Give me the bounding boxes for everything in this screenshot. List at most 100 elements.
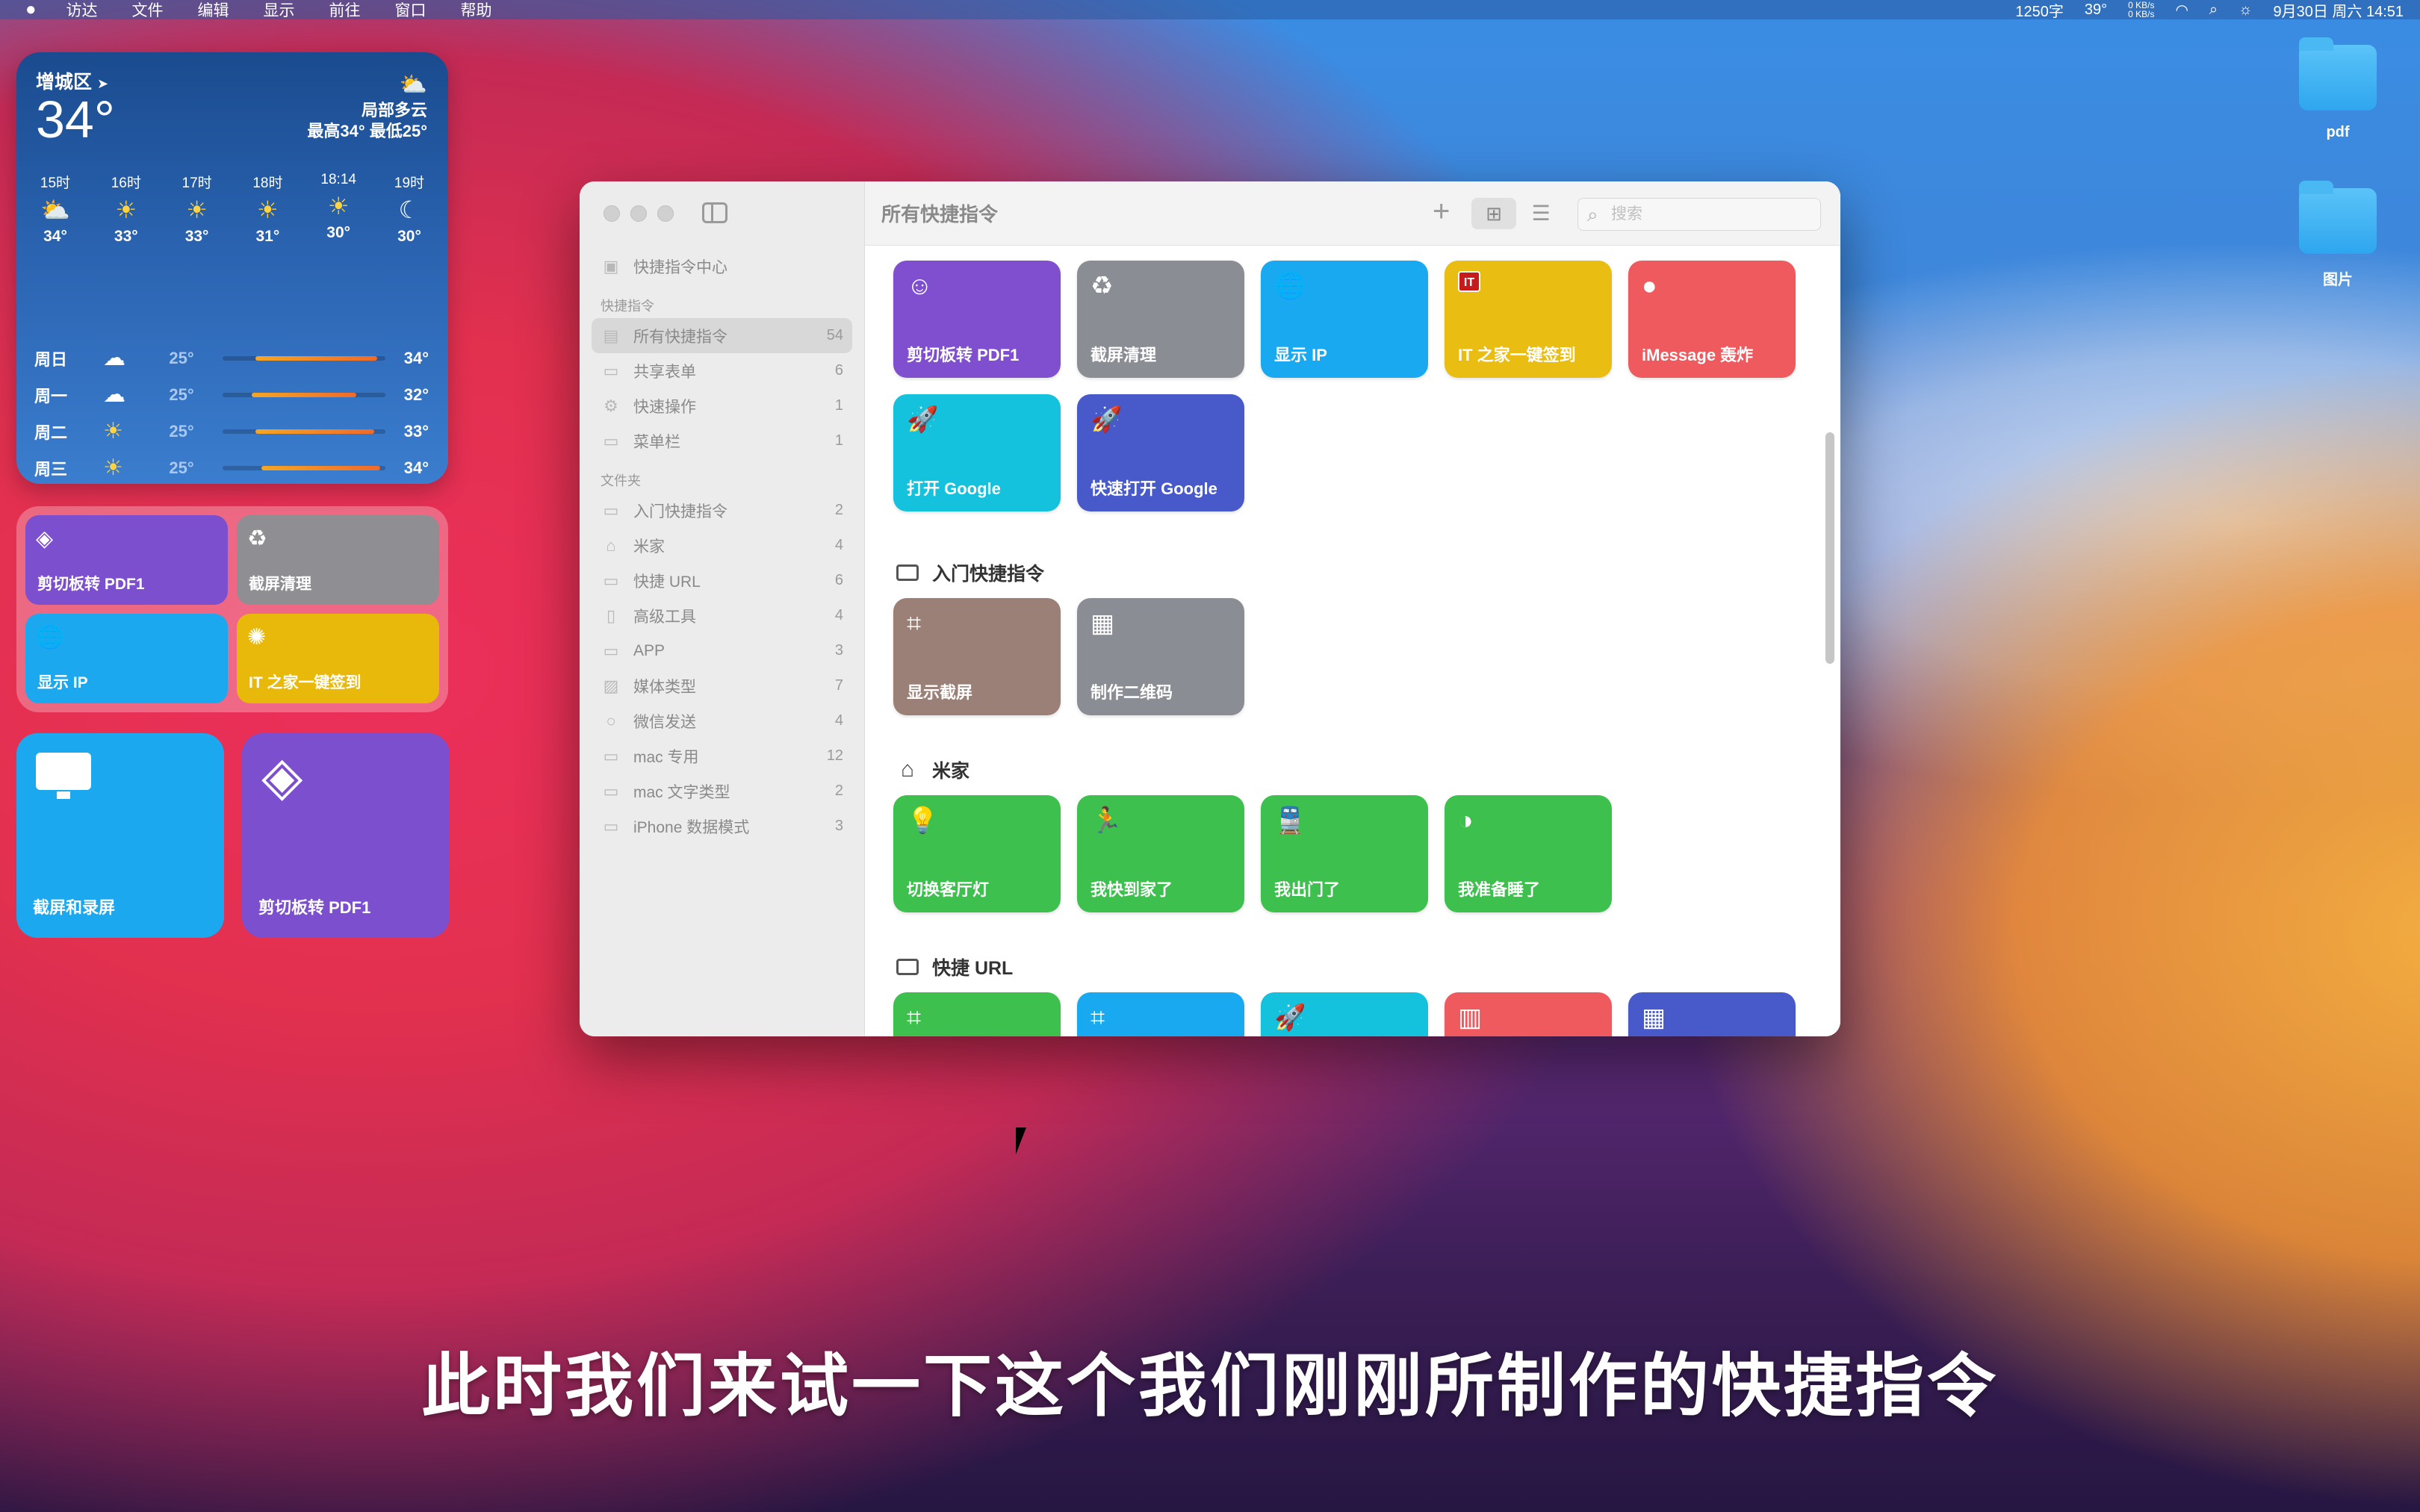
- hour-item: 17时 ☀ 33°: [167, 172, 227, 246]
- bulb-icon: 💡: [907, 806, 939, 835]
- folder-icon: ▭: [603, 746, 619, 765]
- close-button[interactable]: [604, 205, 620, 222]
- apple-menu-icon[interactable]: ●: [25, 0, 37, 20]
- shortcut-tile[interactable]: 🏃 我快到家了: [1077, 795, 1244, 912]
- day-high: 32°: [403, 385, 429, 404]
- zoom-button[interactable]: [657, 205, 674, 222]
- section-starter[interactable]: 入门快捷指令: [896, 559, 1044, 586]
- menu-finder[interactable]: 访达: [66, 0, 98, 21]
- sidebar-item[interactable]: ▭ APP 3: [592, 633, 852, 668]
- sidebar-item[interactable]: ⌂ 米家 4: [592, 528, 852, 563]
- sidebar-item-gallery[interactable]: ▣ 快捷指令中心: [592, 249, 852, 284]
- page-title: 所有快捷指令: [881, 203, 999, 225]
- sidebar-item[interactable]: ▭ mac 专用 12: [592, 738, 852, 774]
- sidebar-item[interactable]: ▤ 所有快捷指令 54: [592, 318, 852, 353]
- shortcut-tile[interactable]: ● iMessage 轰炸: [1628, 261, 1796, 378]
- shortcut-tile[interactable]: 💡 切换客厅灯: [893, 795, 1061, 912]
- folder-icon: [896, 564, 919, 581]
- sidebar-item[interactable]: ○ 微信发送 4: [592, 703, 852, 738]
- day-row: 周三 ☀ 25° 34°: [34, 449, 429, 484]
- sidebar-item[interactable]: ▭ mac 文字类型 2: [592, 774, 852, 809]
- shortcut-tile[interactable]: ▥: [1445, 992, 1612, 1036]
- menu-help[interactable]: 帮助: [461, 0, 492, 21]
- day-low: 25°: [169, 385, 194, 404]
- shortcut-widget-item[interactable]: 🌐 显示 IP: [25, 614, 228, 703]
- shortcut-widget-item[interactable]: ◈ 剪切板转 PDF1: [25, 515, 228, 605]
- menu-file[interactable]: 文件: [132, 0, 164, 21]
- shortcut-widget-label: IT 之家一键签到: [249, 674, 362, 691]
- search-input[interactable]: 搜索: [1577, 198, 1821, 231]
- shortcut-widget-item[interactable]: ✺ IT 之家一键签到: [237, 614, 439, 703]
- shortcut-tile[interactable]: 🌐 显示 IP: [1261, 261, 1428, 378]
- sidebar-item-count: 4: [834, 607, 843, 623]
- shortcut-tile[interactable]: 🚀 快速打开 Google: [1077, 394, 1244, 511]
- sidebar-item[interactable]: ⚙ 快速操作 1: [592, 388, 852, 423]
- hour-item: 15时 ⛅ 34°: [25, 172, 85, 246]
- status-area: 1250字 39° 0 KB/s 0 KB/s ◠ ⌕ ☼ 9月30日 周六 1…: [2015, 0, 2404, 21]
- grid-view-button[interactable]: ⊞: [1471, 198, 1516, 229]
- screenshot-icon: ⌗: [907, 609, 922, 638]
- scrollbar[interactable]: [1825, 432, 1834, 664]
- minimize-button[interactable]: [630, 205, 647, 222]
- rocket-icon: 🚀: [1090, 405, 1123, 434]
- menu-edit[interactable]: 编辑: [198, 0, 229, 21]
- shortcut-tile[interactable]: ⌗: [893, 992, 1061, 1036]
- weather-widget[interactable]: 增城区 ➤ 34° ⛅ 局部多云 最高34° 最低25° 15时 ⛅ 34° 16时 ☀…: [16, 52, 448, 484]
- shortcut-widget-clipboard-pdf[interactable]: ◈ 剪切板转 PDF1: [242, 733, 450, 938]
- shortcut-tile[interactable]: 🚀: [1261, 992, 1428, 1036]
- sidebar-item[interactable]: ▯ 高级工具 4: [592, 598, 852, 633]
- video-subtitle: 此时我们来试一下这个我们刚刚所制作的快捷指令: [421, 1348, 1999, 1425]
- menu-view[interactable]: 显示: [264, 0, 295, 21]
- sidebar-item[interactable]: ▭ iPhone 数据模式 3: [592, 809, 852, 844]
- sidebar-item-count: 2: [834, 783, 843, 799]
- shortcut-tile[interactable]: ♻ 截屏清理: [1077, 261, 1244, 378]
- hour-temp: 30°: [326, 224, 351, 241]
- hour-item: 18时 ☀ 31°: [238, 172, 297, 246]
- wifi-icon[interactable]: ◠: [2175, 1, 2188, 19]
- sidebar-toggle-icon[interactable]: [702, 202, 727, 223]
- search-icon[interactable]: ⌕: [2209, 1, 2218, 19]
- sidebar-item[interactable]: ▭ 入门快捷指令 2: [592, 493, 852, 528]
- section-url[interactable]: 快捷 URL: [896, 953, 1013, 980]
- sidebar-item[interactable]: ▭ 共享表单 6: [592, 353, 852, 388]
- shortcut-widget-screenshot[interactable]: 截屏和录屏: [16, 733, 224, 938]
- sidebar-item-label: 快捷指令中心: [633, 258, 727, 276]
- monitor-icon: [36, 753, 91, 799]
- section-mijia[interactable]: ⌂ 米家: [896, 756, 969, 783]
- shortcut-tile[interactable]: ☺ 剪切板转 PDF1: [893, 261, 1061, 378]
- shortcut-tile[interactable]: ⌗: [1077, 992, 1244, 1036]
- control-center-icon[interactable]: ☼: [2238, 1, 2252, 19]
- menubar-icon: ▭: [603, 431, 619, 450]
- sidebar-item-count: 1: [834, 432, 843, 449]
- cloud-icon: ☁: [103, 382, 125, 407]
- shortcuts-widget: ◈ 剪切板转 PDF1 ♻ 截屏清理 🌐 显示 IP ✺ IT 之家一键签到: [16, 506, 448, 712]
- temp-range-fill: [255, 355, 378, 361]
- section-starter-title: 入门快捷指令: [932, 564, 1045, 585]
- menu-window[interactable]: 窗口: [395, 0, 426, 21]
- shortcut-tile[interactable]: 🚀 打开 Google: [893, 394, 1061, 511]
- clock[interactable]: 9月30日 周六 14:51: [2273, 0, 2404, 21]
- sidebar-item-label: 高级工具: [633, 608, 696, 626]
- shortcut-tile[interactable]: ⌗ 显示截屏: [893, 598, 1061, 715]
- menu-go[interactable]: 前往: [329, 0, 361, 21]
- desktop-folder-images[interactable]: 图片: [2286, 181, 2390, 289]
- sidebar-item[interactable]: ▭ 快捷 URL 6: [592, 563, 852, 598]
- folder-icon: ▭: [603, 500, 619, 520]
- shortcut-tile[interactable]: IT IT 之家一键签到: [1445, 261, 1612, 378]
- shortcut-tile[interactable]: ◑ 我准备睡了: [1445, 795, 1612, 912]
- sidebar-item[interactable]: ▭ 菜单栏 1: [592, 423, 852, 458]
- desktop-folder-pdf[interactable]: pdf: [2286, 37, 2390, 141]
- window-controls: [604, 205, 674, 222]
- sidebar-item[interactable]: ▨ 媒体类型 7: [592, 668, 852, 703]
- word-count[interactable]: 1250字: [2015, 0, 2064, 21]
- shortcut-tile[interactable]: 🚆 我出门了: [1261, 795, 1428, 912]
- shortcut-tile-label: 我准备睡了: [1458, 880, 1541, 899]
- list-view-button[interactable]: ☰: [1522, 198, 1560, 229]
- hour-temp: 31°: [255, 228, 280, 245]
- shortcut-tile[interactable]: ▦ 制作二维码: [1077, 598, 1244, 715]
- shortcut-tile[interactable]: ▦: [1628, 992, 1796, 1036]
- sidebar-item-label: 快速操作: [633, 398, 696, 416]
- add-shortcut-button[interactable]: +: [1433, 195, 1450, 228]
- shortcut-widget-item[interactable]: ♻ 截屏清理: [237, 515, 439, 605]
- weather-status[interactable]: 39°: [2085, 1, 2107, 19]
